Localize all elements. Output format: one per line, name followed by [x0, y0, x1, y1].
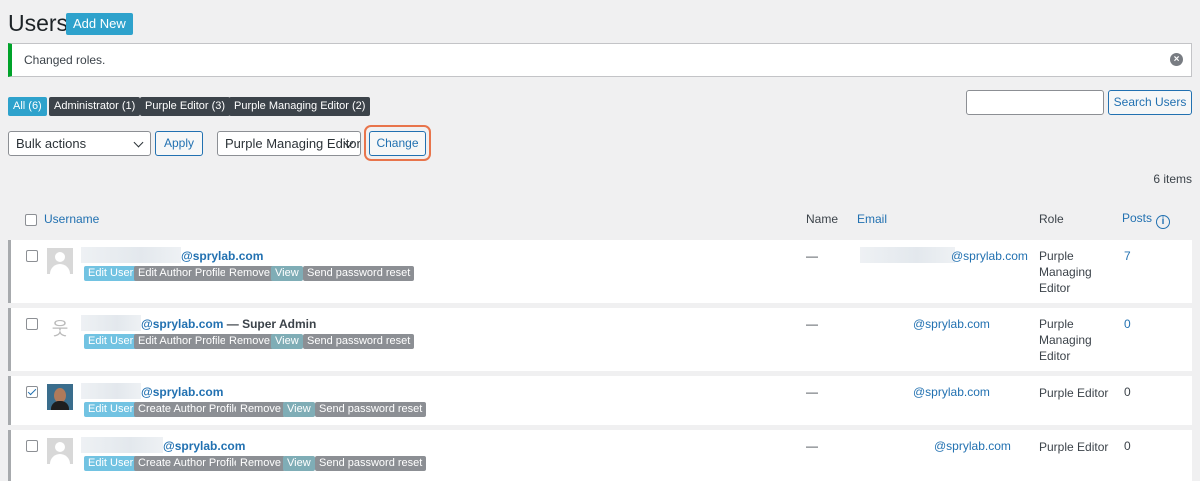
- filter-all[interactable]: All (6): [8, 97, 47, 116]
- email-link[interactable]: @sprylab.com: [951, 249, 1028, 263]
- remove-link[interactable]: Remove: [236, 402, 285, 417]
- username-text[interactable]: @sprylab.com: [141, 385, 223, 399]
- remove-link[interactable]: Remove: [236, 456, 285, 471]
- bulk-actions-value: Bulk actions: [16, 136, 87, 151]
- username-text[interactable]: @sprylab.com: [163, 439, 245, 453]
- name-cell: —: [806, 439, 818, 453]
- stick-figure-avatar-icon: 웃: [51, 319, 69, 339]
- username-link[interactable]: @sprylab.com: [163, 439, 245, 453]
- email-link[interactable]: @sprylab.com: [913, 385, 990, 399]
- role-cell: Purple Managing Editor: [1039, 317, 1092, 363]
- email-link[interactable]: @sprylab.com: [913, 317, 990, 331]
- search-input[interactable]: [966, 90, 1104, 115]
- table-row: @sprylab.com Edit User Create Author Pro…: [8, 376, 1192, 425]
- name-cell: —: [806, 317, 818, 331]
- filter-purple-managing-editor[interactable]: Purple Managing Editor (2): [229, 97, 371, 116]
- send-password-reset-link[interactable]: Send password reset: [303, 266, 415, 281]
- remove-link[interactable]: Remove: [225, 266, 274, 281]
- change-role-value: Purple Managing Editor: [225, 136, 361, 151]
- redacted-block: [81, 247, 181, 263]
- row-checkbox[interactable]: [26, 440, 38, 452]
- edit-user-link[interactable]: Edit User: [84, 266, 138, 281]
- avatar: [47, 438, 73, 464]
- dismiss-icon[interactable]: ×: [1170, 53, 1183, 66]
- redacted-block: [81, 437, 163, 453]
- username-text[interactable]: @sprylab.com: [141, 317, 223, 331]
- select-all-checkbox[interactable]: [25, 214, 37, 226]
- filter-purple-editor[interactable]: Purple Editor (3): [140, 97, 231, 116]
- filter-administrator[interactable]: Administrator (1): [49, 97, 141, 116]
- chevron-down-icon: [133, 137, 144, 148]
- username-link[interactable]: @sprylab.com: [181, 249, 263, 263]
- table-row: @sprylab.com Edit User Create Author Pro…: [8, 430, 1192, 481]
- redacted-block: [860, 247, 955, 263]
- info-icon[interactable]: i: [1156, 215, 1171, 229]
- row-checkbox[interactable]: [26, 250, 38, 262]
- email-link[interactable]: @sprylab.com: [934, 439, 1011, 453]
- table-row: @sprylab.com Edit User Edit Author Profi…: [8, 240, 1192, 303]
- role-cell: Purple Editor: [1039, 440, 1109, 454]
- role-cell: Purple Editor: [1039, 386, 1109, 400]
- create-author-profile-link[interactable]: Create Author Profile: [134, 456, 245, 471]
- view-link[interactable]: View: [271, 266, 303, 281]
- super-admin-label: — Super Admin: [223, 317, 317, 331]
- items-count: 6 items: [1153, 172, 1192, 186]
- edit-user-link[interactable]: Edit User: [84, 334, 138, 349]
- posts-count: 0: [1124, 385, 1131, 399]
- remove-link[interactable]: Remove: [225, 334, 274, 349]
- view-link[interactable]: View: [283, 402, 315, 417]
- send-password-reset-link[interactable]: Send password reset: [315, 456, 427, 471]
- posts-count-link[interactable]: 0: [1124, 317, 1131, 331]
- create-author-profile-link[interactable]: Create Author Profile: [134, 402, 245, 417]
- redacted-block: [81, 315, 141, 331]
- username-link[interactable]: @sprylab.com — Super Admin: [141, 317, 316, 331]
- bulk-actions-select[interactable]: Bulk actions: [8, 131, 151, 156]
- avatar: [47, 384, 73, 410]
- change-button[interactable]: Change: [369, 131, 426, 156]
- edit-user-link[interactable]: Edit User: [84, 456, 138, 471]
- avatar: [47, 248, 73, 274]
- edit-author-profile-link[interactable]: Edit Author Profile: [134, 266, 231, 281]
- row-checkbox[interactable]: [26, 386, 38, 398]
- name-cell: —: [806, 249, 818, 263]
- column-email[interactable]: Email: [857, 212, 887, 226]
- view-link[interactable]: View: [271, 334, 303, 349]
- redacted-block: [81, 383, 141, 399]
- send-password-reset-link[interactable]: Send password reset: [303, 334, 415, 349]
- view-link[interactable]: View: [283, 456, 315, 471]
- notice-message: Changed roles.: [24, 53, 106, 67]
- search-users-button[interactable]: Search Users: [1108, 90, 1192, 115]
- add-new-button[interactable]: Add New: [66, 13, 133, 35]
- username-text[interactable]: @sprylab.com: [181, 249, 263, 263]
- column-role: Role: [1039, 212, 1064, 226]
- edit-user-link[interactable]: Edit User: [84, 402, 138, 417]
- send-password-reset-link[interactable]: Send password reset: [315, 402, 427, 417]
- change-role-select[interactable]: Purple Managing Editor: [217, 131, 361, 156]
- apply-button[interactable]: Apply: [155, 131, 203, 156]
- role-cell: Purple Managing Editor: [1039, 249, 1092, 295]
- posts-count-link[interactable]: 7: [1124, 249, 1131, 263]
- notice-success: Changed roles. ×: [8, 43, 1192, 77]
- username-link[interactable]: @sprylab.com: [141, 385, 223, 399]
- page-title: Users: [8, 10, 69, 36]
- column-name: Name: [806, 212, 839, 226]
- row-checkbox[interactable]: [26, 318, 38, 330]
- column-posts-label[interactable]: Posts: [1122, 211, 1152, 225]
- posts-count: 0: [1124, 439, 1131, 453]
- table-row: 웃 @sprylab.com — Super Admin Edit User E…: [8, 308, 1192, 371]
- column-posts[interactable]: Posts i: [1122, 211, 1171, 229]
- edit-author-profile-link[interactable]: Edit Author Profile: [134, 334, 231, 349]
- name-cell: —: [806, 385, 818, 399]
- column-username[interactable]: Username: [44, 212, 99, 226]
